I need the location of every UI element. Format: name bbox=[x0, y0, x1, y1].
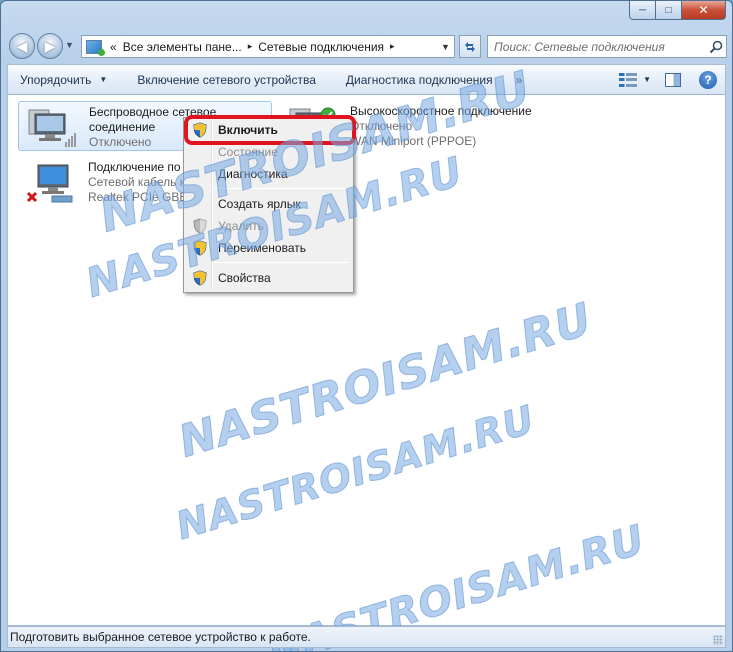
minimize-button[interactable]: ─ bbox=[629, 1, 656, 20]
status-text: Подготовить выбранное сетевое устройство… bbox=[10, 630, 311, 644]
menu-separator bbox=[214, 188, 349, 189]
breadcrumb-separator[interactable]: ▸ bbox=[390, 41, 395, 52]
menu-item-delete[interactable]: Удалить bbox=[186, 215, 351, 237]
view-options-dropdown[interactable]: ▼ bbox=[643, 75, 651, 84]
close-button[interactable]: ✕ bbox=[682, 1, 726, 20]
highlight-annotation bbox=[184, 115, 356, 145]
connection-name: Высокоскоростное подключение bbox=[350, 104, 532, 118]
menu-item-label: Переименовать bbox=[218, 241, 306, 255]
breadcrumb-segment[interactable]: Все элементы пане... bbox=[123, 40, 242, 54]
menu-item-label: Свойства bbox=[218, 271, 271, 285]
navigation-row: ◀ ▶ ▼ « Все элементы пане... ▸ Сетевые п… bbox=[7, 32, 727, 60]
uac-shield-icon bbox=[193, 270, 207, 286]
more-commands-button[interactable]: » bbox=[508, 65, 538, 94]
maximize-button[interactable]: □ bbox=[656, 1, 682, 20]
menu-item-create-shortcut[interactable]: Создать ярлык bbox=[186, 193, 351, 215]
change-view-icon[interactable] bbox=[619, 72, 638, 87]
organize-button[interactable]: Упорядочить ▼ bbox=[8, 65, 122, 94]
command-bar: Упорядочить ▼ Включение сетевого устройс… bbox=[7, 64, 726, 95]
organize-label: Упорядочить bbox=[20, 72, 92, 87]
breadcrumb-separator[interactable]: ▸ bbox=[248, 41, 253, 52]
search-icon[interactable] bbox=[706, 40, 726, 54]
connection-status: Отключено bbox=[350, 119, 413, 133]
menu-item-label: Состояние bbox=[218, 145, 278, 159]
network-folder-icon bbox=[86, 39, 105, 56]
ethernet-adapter-icon bbox=[26, 164, 73, 203]
back-button[interactable]: ◀ bbox=[9, 33, 35, 59]
chevron-down-icon: ▼ bbox=[99, 75, 108, 84]
address-prefix[interactable]: « bbox=[110, 40, 117, 54]
diagnose-connection-button[interactable]: Диагностика подключения bbox=[331, 65, 508, 94]
connections-list: Беспроводное сетевое соединение Отключен… bbox=[7, 95, 726, 626]
uac-shield-icon bbox=[193, 218, 207, 234]
breadcrumb-segment[interactable]: Сетевые подключения bbox=[258, 40, 384, 54]
menu-item-properties[interactable]: Свойства bbox=[186, 267, 351, 289]
view-controls: ▼ ? bbox=[619, 65, 717, 94]
menu-item-diagnose[interactable]: Диагностика bbox=[186, 163, 351, 185]
recent-pages-dropdown[interactable]: ▼ bbox=[65, 40, 74, 50]
connection-device: WAN Miniport (PPPOE) bbox=[350, 134, 477, 148]
menu-item-rename[interactable]: Переименовать bbox=[186, 237, 351, 259]
uac-shield-icon bbox=[193, 240, 207, 256]
menu-item-label: Создать ярлык bbox=[218, 197, 301, 211]
menu-item-label: Удалить bbox=[218, 219, 264, 233]
forward-button[interactable]: ▶ bbox=[37, 33, 63, 59]
wireless-adapter-icon bbox=[28, 109, 76, 147]
search-box[interactable] bbox=[487, 35, 727, 58]
preview-pane-icon[interactable] bbox=[665, 72, 681, 87]
menu-separator bbox=[214, 262, 349, 263]
refresh-button[interactable] bbox=[459, 35, 481, 58]
connection-details: Высокоскоростное подключение Отключено W… bbox=[350, 104, 532, 149]
caption-buttons: ─ □ ✕ bbox=[629, 1, 726, 20]
enable-device-button[interactable]: Включение сетевого устройства bbox=[122, 65, 331, 94]
address-dropdown[interactable]: ▼ bbox=[437, 36, 454, 57]
refresh-icon bbox=[465, 41, 475, 52]
resize-grip-icon[interactable] bbox=[713, 635, 723, 645]
address-bar[interactable]: « Все элементы пане... ▸ Сетевые подключ… bbox=[81, 35, 455, 58]
explorer-window: ─ □ ✕ ◀ ▶ ▼ « Все элементы пане... ▸ Сет… bbox=[0, 0, 733, 652]
status-bar: Подготовить выбранное сетевое устройство… bbox=[7, 626, 726, 648]
search-input[interactable] bbox=[494, 39, 706, 54]
help-icon[interactable]: ? bbox=[699, 70, 717, 89]
menu-item-label: Диагностика bbox=[218, 167, 288, 181]
